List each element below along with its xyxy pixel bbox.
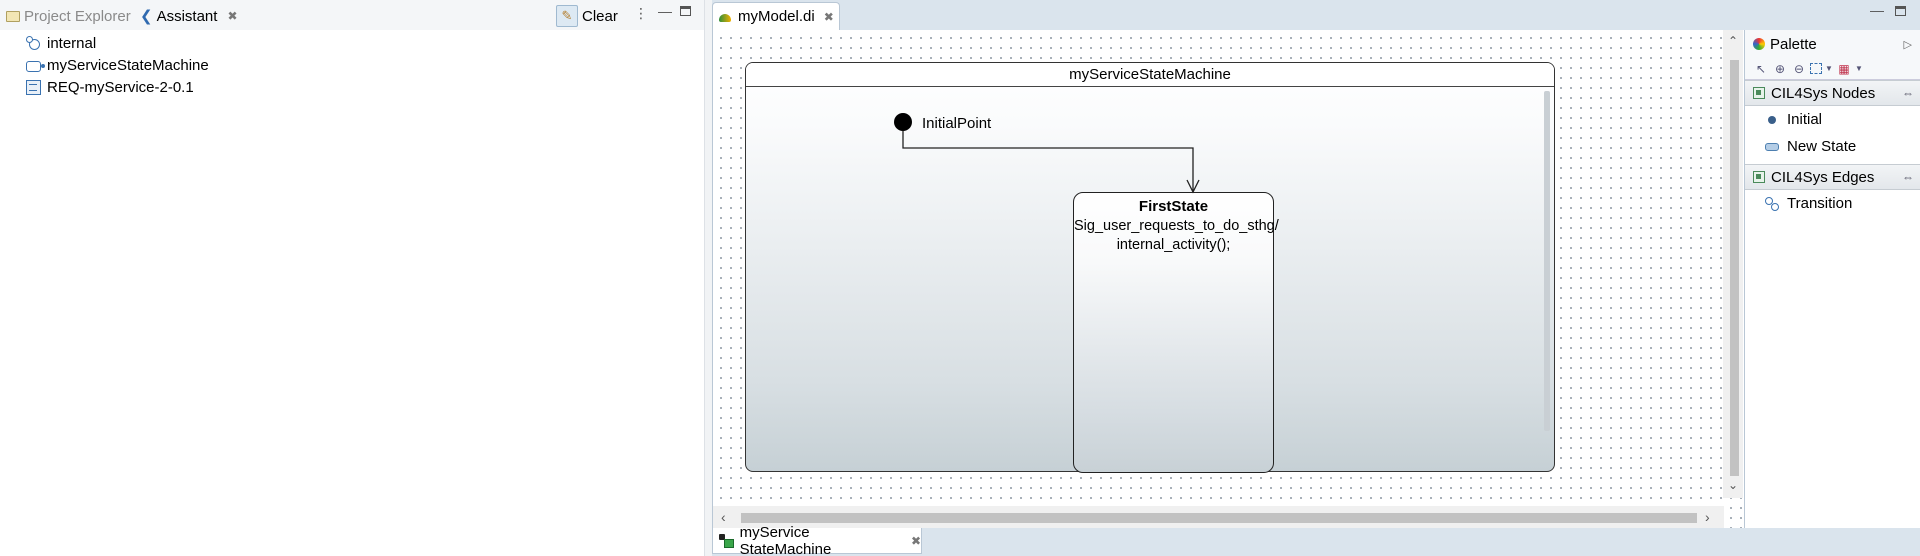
state-machine-diagram-icon [719, 533, 734, 548]
palette-item-initial[interactable]: Initial [1745, 106, 1920, 133]
initial-icon [1768, 115, 1776, 124]
select-tool-icon[interactable]: ↖ [1753, 61, 1769, 77]
tab-assistant-label: Assistant [156, 7, 218, 25]
folder-icon [6, 10, 20, 22]
palette-icon [1753, 38, 1765, 50]
tree-item-state-machine[interactable]: myServiceStateMachine [26, 54, 209, 76]
palette-item-label: Initial [1787, 111, 1823, 128]
tab-project-explorer[interactable]: Project Explorer [6, 6, 131, 26]
scroll-right-icon[interactable]: › [1705, 509, 1710, 525]
vertical-scrollbar[interactable]: ⌃ ⌄ [1723, 30, 1743, 498]
bottom-tab-label: myService StateMachine [739, 523, 832, 556]
drawer-icon [1753, 171, 1765, 183]
panel-sash[interactable] [704, 0, 712, 556]
scrollbar-thumb[interactable] [1730, 60, 1739, 476]
drawer-label: CIL4Sys Nodes [1771, 84, 1876, 102]
palette: Palette ▷ ↖ ⊕ ⊖ ▼ ▦ ▼ CIL4Sys Nodes ⇔ In… [1744, 30, 1920, 528]
dropdown-icon[interactable]: ▼ [1855, 61, 1863, 77]
close-icon[interactable]: ✖ [911, 534, 921, 548]
tree-item-label: myServiceStateMachine [47, 56, 209, 74]
left-tab-bar: Project Explorer ❮ Assistant ✖ ✎ Clear ⋮… [0, 0, 704, 30]
assistant-tree: internal myServiceStateMachine REQ-mySer… [26, 32, 209, 98]
palette-toolbar: ↖ ⊕ ⊖ ▼ ▦ ▼ [1745, 58, 1920, 80]
minimize-icon[interactable]: — [1870, 2, 1884, 18]
zoom-out-icon[interactable]: ⊖ [1791, 61, 1807, 77]
state-activity-text: internal_activity(); [1116, 237, 1231, 253]
close-icon[interactable]: ✖ [824, 10, 834, 24]
scrollbar-thumb[interactable] [741, 513, 1697, 523]
pin-icon[interactable]: ⇔ [1902, 86, 1914, 100]
maximize-icon[interactable] [1895, 6, 1906, 16]
scroll-down-icon[interactable]: ⌄ [1728, 478, 1738, 492]
tree-item-label: REQ-myService-2-0.1 [47, 78, 194, 96]
drawer-label: CIL4Sys Edges [1771, 168, 1875, 186]
initial-point-node[interactable] [894, 113, 912, 131]
editor-tab-label: myModel.di [738, 8, 815, 25]
palette-item-label: New State [1787, 138, 1857, 155]
drawer-icon [1753, 87, 1765, 99]
state-machine-icon [26, 60, 45, 72]
tab-project-explorer-label: Project Explorer [24, 7, 131, 25]
tree-item-label: internal [47, 34, 97, 52]
editor-tab-bar: myModel.di ✖ — [712, 0, 1920, 30]
state-transition-text: Sig_user_requests_to_do_sthg/ [1074, 218, 1279, 234]
dropdown-icon[interactable]: ▼ [1825, 61, 1833, 77]
tree-item-internal[interactable]: internal [26, 32, 209, 54]
diagram-tab-bar: myService StateMachine ✖ [712, 524, 1920, 556]
palette-header[interactable]: Palette ▷ [1745, 30, 1920, 58]
maximize-icon[interactable] [680, 6, 691, 16]
palette-item-transition[interactable]: Transition [1745, 190, 1920, 217]
tab-state-machine-diagram[interactable]: myService StateMachine ✖ [712, 524, 922, 556]
internal-icon [26, 35, 41, 51]
clear-button[interactable]: ✎ Clear [556, 4, 618, 28]
diagram-editor: myModel.di ✖ — myServiceStateMachine ⌃ ⌄… [712, 0, 1920, 556]
drawer-cil4sys-nodes[interactable]: CIL4Sys Nodes ⇔ [1745, 80, 1920, 106]
state-name: FirstState [1138, 198, 1209, 215]
drawer-cil4sys-edges[interactable]: CIL4Sys Edges ⇔ [1745, 164, 1920, 190]
palette-collapse-icon[interactable]: ▷ [1904, 38, 1912, 51]
clear-icon: ✎ [556, 5, 578, 27]
left-panel: Project Explorer ❮ Assistant ✖ ✎ Clear ⋮… [0, 0, 704, 556]
tree-item-requirement[interactable]: REQ-myService-2-0.1 [26, 76, 209, 98]
zoom-in-icon[interactable]: ⊕ [1772, 61, 1788, 77]
requirement-icon [26, 79, 41, 95]
palette-item-new-state[interactable]: New State [1745, 133, 1920, 160]
view-menu-icon[interactable]: ⋮ [634, 5, 648, 22]
state-node-firststate[interactable]: FirstState Sig_user_requests_to_do_sthg/… [1073, 192, 1279, 473]
diagram-file-icon [719, 10, 733, 24]
note-tool-icon[interactable]: ▦ [1836, 61, 1852, 77]
minimize-icon[interactable]: — [658, 3, 672, 19]
state-icon [1765, 142, 1779, 151]
palette-item-label: Transition [1787, 195, 1853, 212]
scroll-up-icon[interactable]: ⌃ [1728, 34, 1738, 48]
marquee-icon[interactable] [1810, 63, 1822, 74]
pin-icon[interactable]: ⇔ [1902, 170, 1914, 184]
container-scrollbar[interactable] [1544, 91, 1550, 431]
clear-label: Clear [582, 7, 618, 25]
assistant-icon: ❮ [140, 8, 153, 25]
transition-icon [1765, 196, 1779, 211]
palette-title: Palette [1770, 35, 1817, 53]
close-icon[interactable]: ✖ [227, 9, 237, 23]
state-machine-title: myServiceStateMachine [746, 63, 1554, 87]
tab-assistant[interactable]: ❮ Assistant ✖ [140, 6, 238, 26]
tab-mymodel-di[interactable]: myModel.di ✖ [712, 2, 840, 30]
scroll-left-icon[interactable]: ‹ [721, 509, 726, 525]
initial-point-label: InitialPoint [922, 115, 992, 132]
